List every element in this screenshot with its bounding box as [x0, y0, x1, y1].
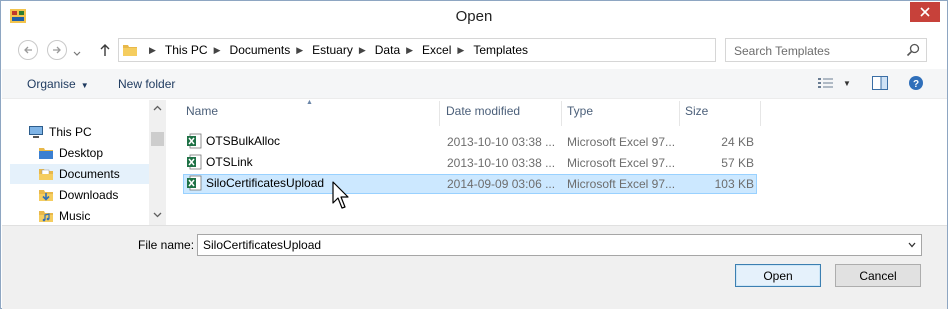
excel-file-icon: [187, 133, 202, 149]
sidebar-item-desktop[interactable]: Desktop: [38, 143, 148, 163]
file-name: SiloCertificatesUpload: [206, 176, 325, 190]
search-placeholder: Search Templates: [734, 44, 830, 58]
up-arrow-icon: [100, 44, 110, 56]
search-input[interactable]: Search Templates: [725, 38, 927, 62]
column-divider[interactable]: [760, 101, 761, 126]
chevron-down-icon[interactable]: ▼: [843, 79, 851, 88]
file-type: Microsoft Excel 97...: [567, 135, 676, 149]
file-date: 2013-10-10 03:38 ...: [447, 135, 556, 149]
file-name-field[interactable]: SiloCertificatesUpload: [197, 234, 922, 256]
chevron-right-icon[interactable]: ▶: [353, 45, 375, 56]
scroll-up-button[interactable]: [149, 100, 166, 116]
toolbar: Organise ▼ New folder ▼ ?: [2, 69, 947, 99]
close-button[interactable]: [910, 2, 940, 22]
forward-arrow-icon: [53, 46, 61, 54]
sidebar-item-label: Music: [59, 209, 91, 223]
chevron-right-icon[interactable]: ▶: [400, 45, 422, 56]
recent-locations-button[interactable]: [73, 46, 81, 60]
file-name-label: File name:: [138, 238, 195, 252]
file-row[interactable]: OTSLink 2013-10-10 03:38 ... Microsoft E…: [183, 153, 757, 173]
sidebar-item-label: Documents: [59, 167, 120, 181]
chevron-right-icon[interactable]: ▶: [208, 45, 230, 56]
sidebar-item-documents[interactable]: Documents: [10, 164, 149, 184]
breadcrumb-item[interactable]: Excel: [422, 43, 451, 57]
title-bar: Open: [1, 1, 947, 33]
column-header-type[interactable]: Type: [562, 104, 679, 124]
scroll-down-button[interactable]: [149, 207, 166, 223]
file-size: 57 KB: [721, 156, 754, 170]
file-size: 24 KB: [721, 135, 754, 149]
search-icon: [906, 43, 920, 57]
close-icon: [920, 7, 930, 17]
sidebar-item-label: This PC: [49, 125, 92, 139]
chevron-down-icon: [73, 51, 81, 56]
chevron-up-icon: [153, 105, 162, 111]
column-divider[interactable]: [439, 101, 440, 126]
sidebar-item-label: Downloads: [59, 188, 119, 202]
file-name-cell: OTSLink: [186, 154, 253, 170]
open-button[interactable]: Open: [735, 264, 821, 287]
sidebar-item-this-pc[interactable]: This PC: [28, 122, 148, 142]
breadcrumb-item[interactable]: Estuary: [312, 43, 353, 57]
chevron-down-icon: ▼: [80, 81, 89, 90]
file-name-dropdown-button[interactable]: [906, 238, 918, 252]
breadcrumb-item[interactable]: Templates: [473, 43, 528, 57]
window-title: Open: [455, 8, 493, 25]
breadcrumb-item[interactable]: Documents: [230, 43, 291, 57]
file-type: Microsoft Excel 97...: [567, 177, 676, 191]
column-header-date[interactable]: Date modified: [441, 104, 561, 124]
folder-icon: [39, 148, 53, 159]
file-date: 2014-09-09 03:06 ...: [447, 177, 556, 191]
organise-button[interactable]: Organise ▼: [27, 77, 89, 91]
breadcrumb: ▶ This PC ▶ Documents ▶ Estuary ▶ Data ▶…: [143, 39, 528, 61]
file-row[interactable]: OTSBulkAlloc 2013-10-10 03:38 ... Micros…: [183, 132, 757, 152]
preview-pane-icon[interactable]: [871, 75, 889, 91]
sidebar-item-label: Desktop: [59, 146, 104, 160]
column-header-name[interactable]: Name: [181, 104, 439, 124]
address-bar[interactable]: ▶ This PC ▶ Documents ▶ Estuary ▶ Data ▶…: [118, 38, 826, 62]
file-name-cell: SiloCertificatesUpload: [186, 175, 324, 191]
back-button[interactable]: [18, 40, 38, 60]
breadcrumb-item[interactable]: Data: [375, 43, 400, 57]
new-folder-button[interactable]: New folder: [118, 77, 175, 91]
file-name: OTSBulkAlloc: [206, 134, 281, 148]
forward-button[interactable]: [47, 40, 67, 60]
chevron-down-icon: [153, 212, 162, 218]
cancel-button[interactable]: Cancel: [835, 264, 921, 287]
folder-icon: [123, 45, 137, 56]
sidebar-item-music[interactable]: Music: [38, 206, 148, 226]
column-header-size[interactable]: Size: [680, 104, 760, 124]
mouse-cursor-icon: [332, 181, 349, 209]
file-name-value: SiloCertificatesUpload: [203, 238, 322, 252]
up-button[interactable]: [97, 41, 113, 59]
organise-label: Organise: [27, 77, 76, 91]
file-name-cell: OTSBulkAlloc: [186, 133, 280, 149]
sidebar-item-downloads[interactable]: Downloads: [38, 185, 148, 205]
chevron-down-icon: [908, 242, 916, 248]
chevron-right-icon[interactable]: ▶: [290, 45, 312, 56]
documents-folder-icon: [39, 169, 53, 180]
file-type: Microsoft Excel 97...: [567, 156, 676, 170]
navigation-pane: This PC Desktop Documents Downloads Musi…: [2, 100, 166, 225]
svg-text:?: ?: [913, 79, 919, 90]
scroll-thumb[interactable]: [151, 132, 164, 146]
chevron-right-icon: ▶: [149, 44, 156, 55]
computer-icon: [29, 126, 43, 138]
help-icon[interactable]: ?: [907, 75, 925, 91]
file-date: 2013-10-10 03:38 ...: [447, 156, 556, 170]
chevron-right-icon[interactable]: ▶: [451, 45, 473, 56]
excel-file-icon: [187, 154, 202, 170]
breadcrumb-item[interactable]: This PC: [165, 43, 208, 57]
downloads-folder-icon: [39, 190, 53, 201]
view-details-icon[interactable]: [817, 75, 835, 91]
file-size: 103 KB: [714, 177, 754, 191]
back-arrow-icon: [24, 46, 32, 54]
file-name: OTSLink: [206, 155, 253, 169]
open-dialog: Open ▶ This PC ▶ Documents ▶ Estuary ▶ D…: [0, 0, 948, 309]
navigation-scrollbar[interactable]: [149, 100, 166, 225]
file-row-selected[interactable]: SiloCertificatesUpload 2014-09-09 03:06 …: [183, 174, 757, 194]
music-folder-icon: [39, 211, 53, 222]
excel-file-icon: [187, 175, 202, 191]
